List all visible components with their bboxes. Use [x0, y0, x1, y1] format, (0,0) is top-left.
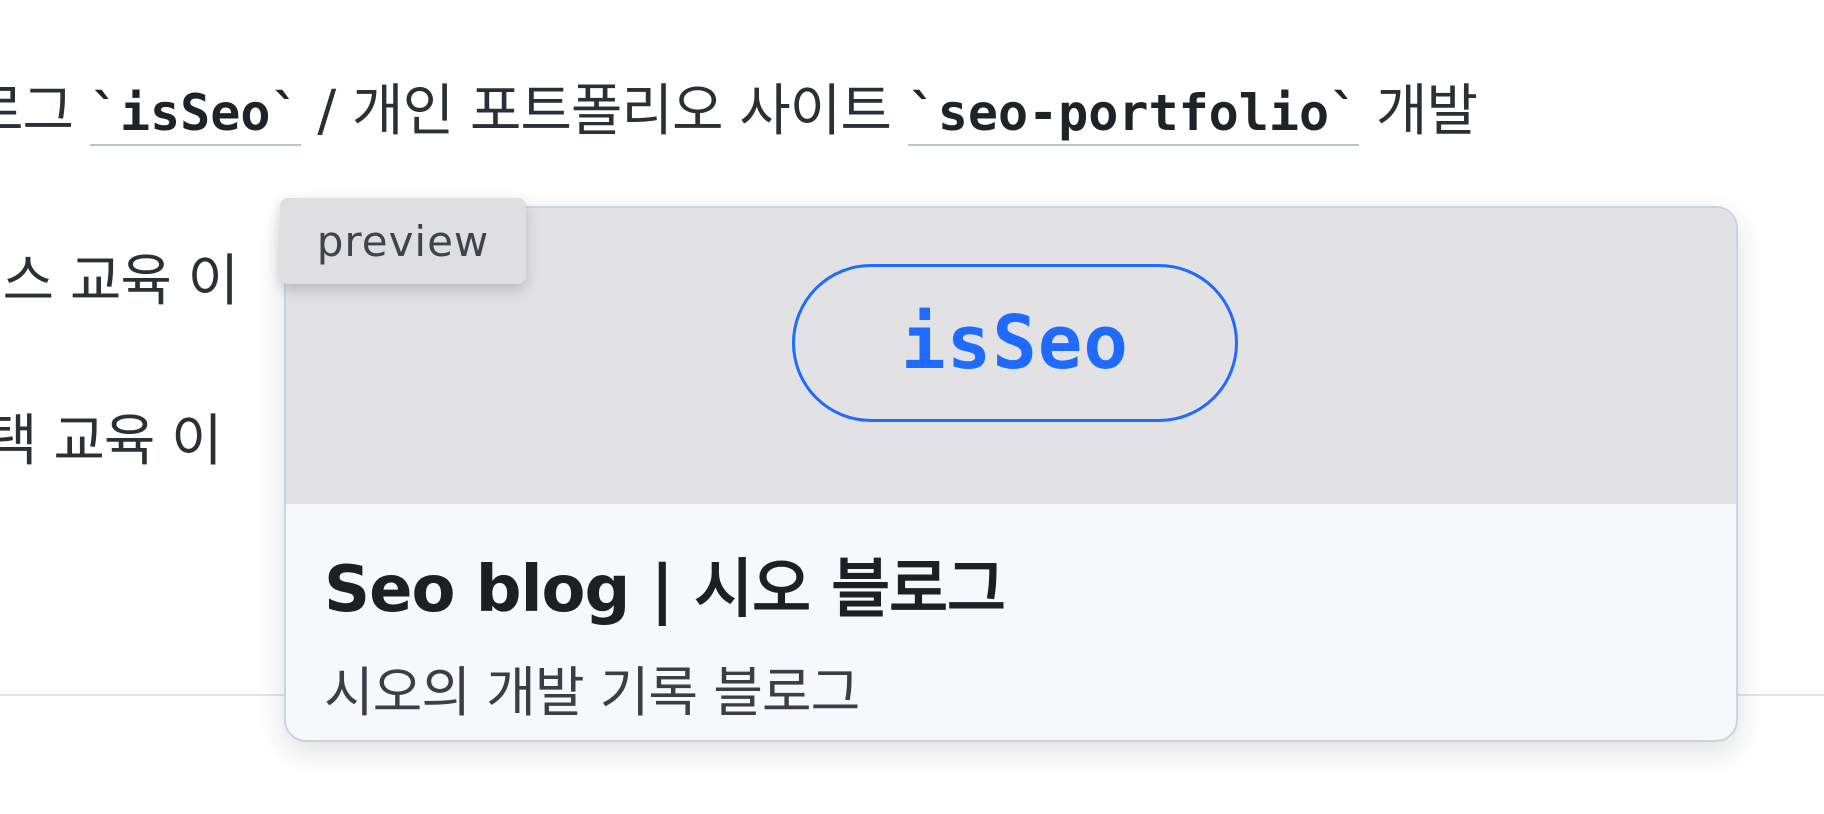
- article-line-education-2: 택 교육 이: [0, 409, 223, 474]
- preview-tooltip-text: preview: [316, 216, 490, 266]
- article-line-education-1: 런스 교육 이: [0, 249, 239, 314]
- seo-portfolio-link[interactable]: `seo-portfolio`: [907, 84, 1360, 146]
- page: 로그 `isSeo` / 개인 포트폴리오 사이트 `seo-portfolio…: [0, 0, 1824, 814]
- isseo-logo-text: isSeo: [901, 300, 1129, 386]
- isseo-link[interactable]: `isSeo`: [89, 84, 301, 146]
- preview-title: Seo blog | 시오 블로그: [324, 553, 1006, 627]
- article-line-middle: / 개인 포트폴리오 사이트: [317, 79, 908, 144]
- link-preview-card[interactable]: isSeo Seo blog | 시오 블로그 시오의 개발 기록 블로그: [284, 206, 1738, 742]
- preview-tooltip-label: preview: [280, 198, 526, 284]
- preview-description: 시오의 개발 기록 블로그: [324, 661, 860, 724]
- article-line-suffix: 개발: [1376, 79, 1478, 144]
- isseo-logo: isSeo: [792, 264, 1238, 422]
- article-line-prefix: 로그: [0, 79, 74, 144]
- article-line-blog: 로그 `isSeo` / 개인 포트폴리오 사이트 `seo-portfolio…: [0, 84, 1478, 146]
